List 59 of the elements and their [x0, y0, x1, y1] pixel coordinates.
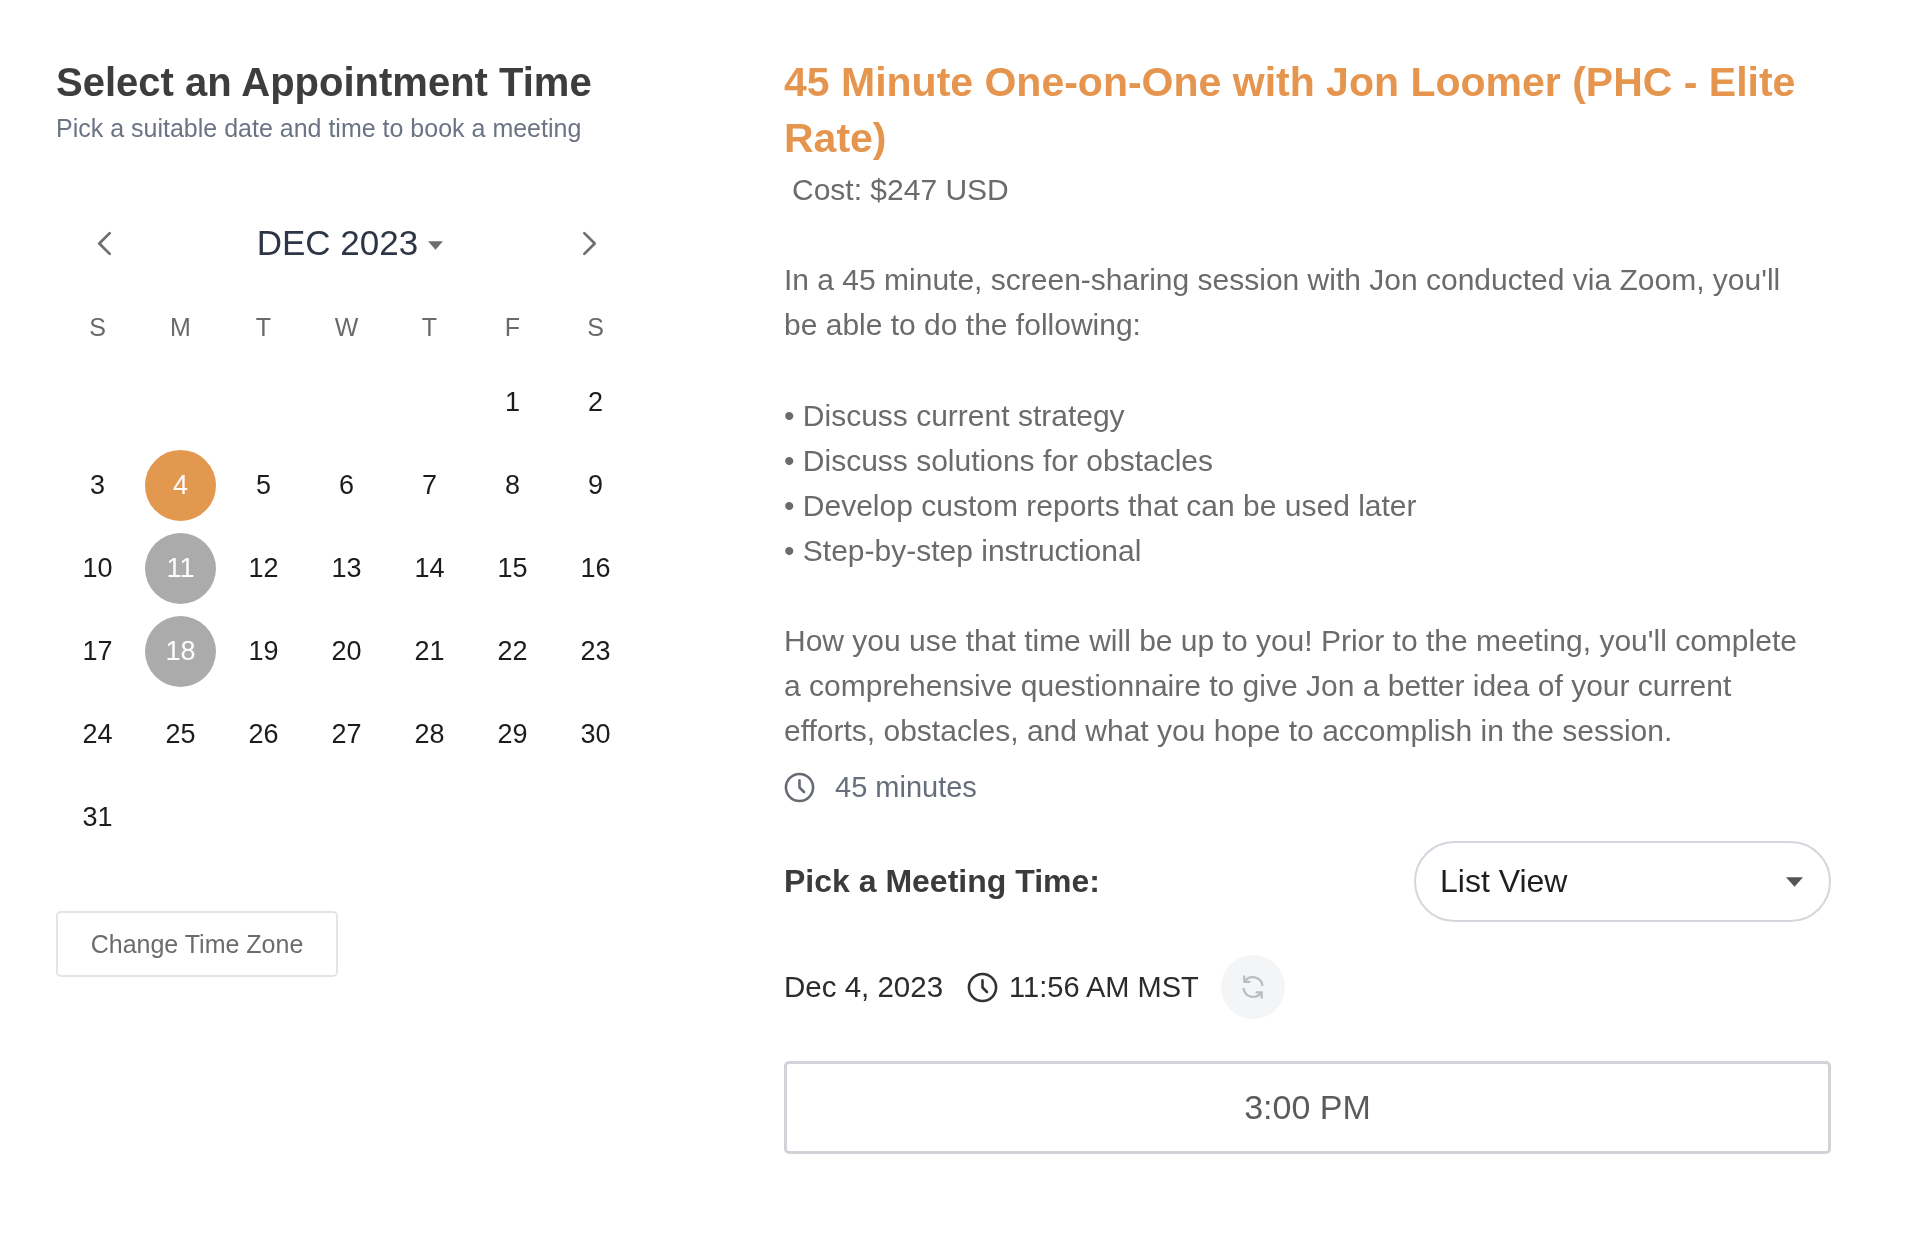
change-time-zone-button[interactable]: Change Time Zone: [56, 911, 338, 977]
calendar-day[interactable]: 1: [477, 367, 548, 438]
weekday-label: F: [504, 312, 521, 342]
caret-down-icon: [1786, 876, 1803, 887]
calendar-day[interactable]: 30: [560, 699, 631, 770]
chevron-right-icon[interactable]: [582, 230, 597, 256]
calendar-day[interactable]: 21: [394, 616, 465, 687]
calendar-day[interactable]: 27: [311, 699, 382, 770]
duration-text: 45 minutes: [835, 770, 977, 804]
calendar-day[interactable]: 15: [477, 533, 548, 604]
page-title: Select an Appointment Time: [56, 60, 592, 104]
time-slot-button[interactable]: 3:00 PM: [784, 1061, 1831, 1154]
calendar-day[interactable]: 22: [477, 616, 548, 687]
calendar-day[interactable]: 28: [394, 699, 465, 770]
bullet-item: • Discuss solutions for obstacles: [784, 443, 1213, 479]
calendar-day[interactable]: 26: [228, 699, 299, 770]
calendar-day[interactable]: 12: [228, 533, 299, 604]
selected-date: Dec 4, 2023: [784, 970, 944, 1004]
calendar-day[interactable]: 3: [62, 450, 133, 521]
calendar-day[interactable]: 20: [311, 616, 382, 687]
clock-icon: [967, 971, 999, 1003]
description-paragraph: In a 45 minute, screen-sharing session with Jon conducted via Zoom, you'll be able to do the following:: [784, 262, 1782, 343]
calendar-day[interactable]: 29: [477, 699, 548, 770]
calendar-day[interactable]: 14: [394, 533, 465, 604]
chevron-left-icon[interactable]: [97, 230, 112, 256]
calendar-day[interactable]: 9: [560, 450, 631, 521]
calendar-day[interactable]: 6: [311, 450, 382, 521]
calendar-day[interactable]: 5: [228, 450, 299, 521]
calendar-day[interactable]: 17: [62, 616, 133, 687]
weekday-label: S: [587, 312, 604, 342]
weekday-label: T: [421, 312, 438, 342]
calendar-day[interactable]: 13: [311, 533, 382, 604]
service-cost: Cost: $247 USD: [791, 172, 1009, 208]
calendar-day[interactable]: 7: [394, 450, 465, 521]
calendar-day[interactable]: 8: [477, 450, 548, 521]
calendar-day[interactable]: 19: [228, 616, 299, 687]
month-dropdown[interactable]: DEC 2023: [256, 223, 444, 263]
weekday-label: T: [255, 312, 272, 342]
pick-meeting-time-label: Pick a Meeting Time:: [784, 863, 1100, 900]
calendar-day[interactable]: 10: [62, 533, 133, 604]
clock-icon: [784, 771, 815, 803]
description-paragraph: How you use that time will be up to you! Prior to the meeting, you'll complete a comprehensive questionnaire to give Jon a better idea of your current efforts, obstacles, and what you hope to accomplish in the session.: [784, 623, 1798, 749]
calendar-day[interactable]: 16: [560, 533, 631, 604]
bullet-item: • Discuss current strategy: [784, 398, 1125, 434]
service-title: 45 Minute One-on-One with Jon Loomer (PHC - Elite Rate): [784, 58, 1797, 163]
bullet-item: • Step-by-step instructional: [784, 533, 1142, 569]
calendar-day[interactable]: 2: [560, 367, 631, 438]
calendar-day[interactable]: 24: [62, 699, 133, 770]
calendar-day[interactable]: 31: [62, 782, 133, 853]
calendar-day[interactable]: 23: [560, 616, 631, 687]
page-subtitle: Pick a suitable date and time to book a meeting: [56, 114, 582, 142]
current-time: 11:56 AM MST: [1009, 970, 1199, 1004]
weekday-label: W: [334, 312, 359, 342]
weekday-label: M: [170, 312, 191, 342]
caret-down-icon: [428, 240, 444, 250]
bullet-item: • Develop custom reports that can be used later: [784, 488, 1417, 524]
view-select[interactable]: List View: [1414, 841, 1831, 922]
weekday-label: S: [89, 312, 106, 342]
calendar-day[interactable]: 25: [145, 699, 216, 770]
